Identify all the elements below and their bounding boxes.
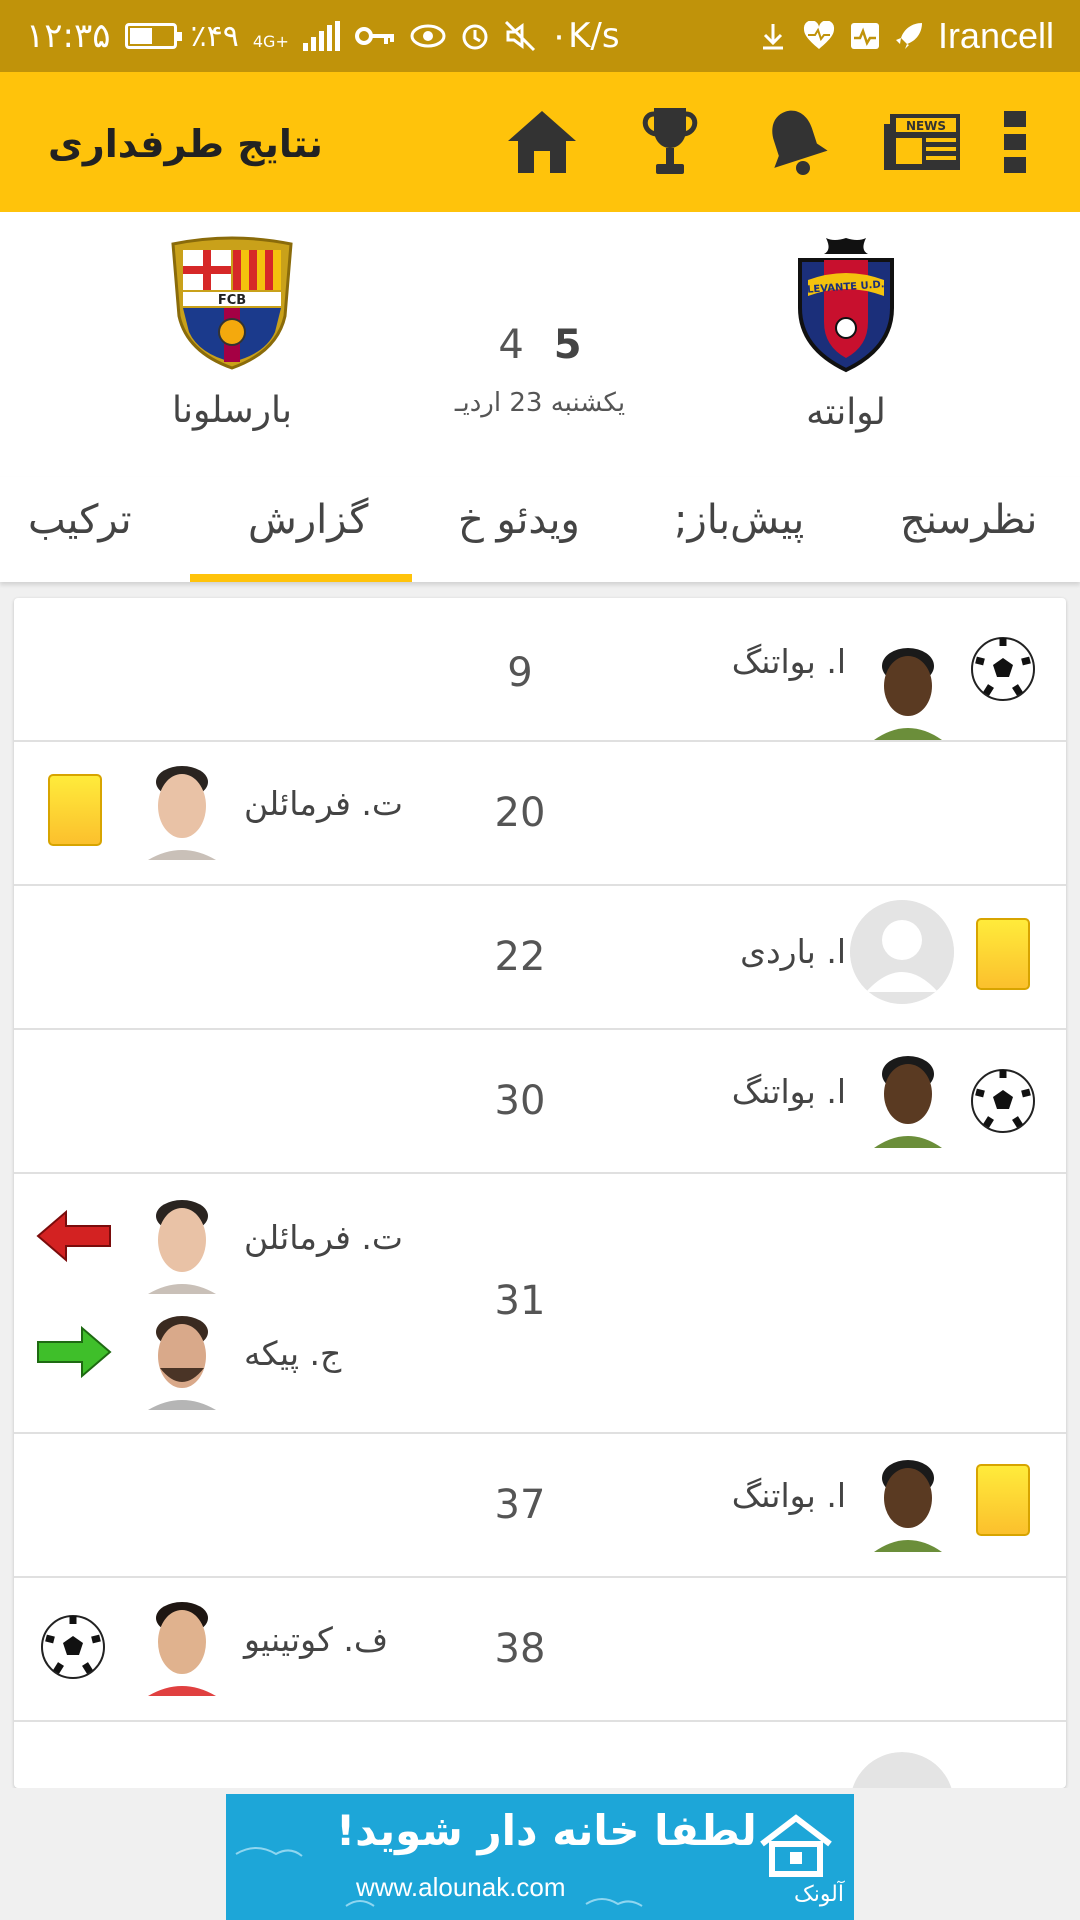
away-team-name: بارسلونا (171, 390, 293, 431)
player-avatar (140, 1592, 224, 1696)
alarm-icon (462, 24, 488, 50)
app-title: نتایج طرفداری (48, 122, 323, 166)
player-in-name: ج. پیکه (244, 1334, 342, 1373)
player-avatar-placeholder (850, 900, 954, 1004)
player-name: ا. بواتنگ (731, 1072, 846, 1111)
goal-ball-icon (971, 1069, 1035, 1133)
ad-area: لطفا خانه دار شوید! www.alounak.com آلون… (0, 1788, 1080, 1920)
player-avatar (866, 1448, 950, 1552)
match-date: یکشنبه 23 اردیـ (454, 388, 626, 418)
player-in-avatar (140, 1306, 224, 1410)
signal-icon (302, 21, 340, 51)
goal-ball-icon (41, 1615, 105, 1679)
status-bar: ۱۲:۳۵ ٪۴۹ 4G+ ۰K/s Irancell (0, 0, 1080, 72)
player-avatar-placeholder (850, 1752, 954, 1788)
player-name: ا. باردی (740, 932, 846, 971)
event-minute: 22 (494, 934, 546, 980)
score: 4 5 (470, 322, 610, 368)
ad-url: www.alounak.com (356, 1872, 566, 1902)
substitution-in-arrow-icon (37, 1325, 112, 1379)
carrier-name: Irancell (937, 15, 1054, 56)
player-name: ا. بواتنگ (731, 642, 846, 681)
bell-icon[interactable] (756, 102, 836, 182)
tab-report[interactable]: گزارش (248, 497, 368, 543)
active-tab-indicator (190, 574, 412, 582)
app-bar: نتایج طرفداری NEWS (0, 72, 1080, 212)
network-type: 4G+ (252, 32, 289, 51)
levante-logo: LEVANTE U.D. (798, 238, 894, 373)
yellow-card-icon (48, 774, 102, 846)
event-minute: 37 (494, 1482, 546, 1528)
tab-lineup[interactable]: ترکیب (28, 497, 132, 543)
status-time: ۱۲:۳۵ (26, 16, 111, 56)
yellow-card-icon (976, 918, 1030, 990)
event-minute: 30 (494, 1078, 546, 1124)
health-icon (803, 21, 834, 49)
vpn-key-icon (354, 27, 394, 45)
event-row[interactable]: ا. بواتنگ 9 (14, 598, 1066, 742)
event-minute: 9 (507, 650, 533, 696)
player-avatar (866, 1044, 950, 1148)
event-minute: 20 (494, 790, 546, 836)
event-row[interactable]: ا. باردی 22 (14, 886, 1066, 1030)
home-team[interactable]: LEVANTE U.D. لوانته (736, 236, 956, 433)
battery-icon (124, 23, 182, 49)
event-row[interactable]: ا. بواتنگ 37 (14, 1434, 1066, 1578)
news-icon-label: NEWS (906, 119, 946, 133)
rocket-icon (895, 23, 922, 49)
ad-banner[interactable]: لطفا خانه دار شوید! www.alounak.com آلون… (226, 1794, 854, 1920)
event-row[interactable]: ا. بواتنگ 30 (14, 1030, 1066, 1174)
player-out-name: ت. فرمائلن (244, 1218, 403, 1257)
away-team[interactable]: FCB بارسلونا (122, 236, 342, 431)
player-avatar (866, 636, 950, 740)
ad-headline: لطفا خانه دار شوید! (336, 1806, 757, 1855)
player-name: ت. فرمائلن (244, 784, 403, 823)
event-row[interactable]: 38 ف. کوتینیو (14, 1578, 1066, 1722)
yellow-card-icon (976, 1464, 1030, 1536)
barcelona-logo: FCB (171, 236, 293, 370)
home-icon[interactable] (502, 102, 582, 182)
away-score: 4 (498, 322, 524, 368)
home-score: 5 (553, 322, 582, 368)
event-row[interactable]: 20 ت. فرمائلن (14, 742, 1066, 886)
event-minute: 31 (494, 1278, 546, 1324)
substitution-out-arrow-icon (36, 1209, 111, 1263)
house-logo-icon (760, 1814, 832, 1877)
events-list[interactable]: ا. بواتنگ 9 20 ت. فرمائلن ا. باردی 22 ا.… (14, 598, 1066, 1788)
player-out-avatar (140, 1190, 224, 1294)
eye-icon (410, 24, 446, 48)
tab-bar: ترکیب گزارش ویدئو خ پیش‌باز; نظرسنج (0, 477, 1080, 582)
event-row[interactable]: 31 ت. فرمائلن ج. پیکه (14, 1174, 1066, 1434)
mute-icon (504, 20, 535, 52)
battery-percent: ٪۴۹ (190, 18, 239, 54)
tab-preview[interactable]: پیش‌باز; (674, 497, 804, 543)
home-team-name: لوانته (806, 392, 886, 433)
download-icon (762, 24, 783, 50)
player-name: ا. بواتنگ (731, 1476, 846, 1515)
tab-videos[interactable]: ویدئو خ (458, 497, 580, 543)
event-row-partial[interactable] (14, 1722, 1066, 1788)
overflow-menu-icon[interactable] (990, 102, 1040, 182)
barcelona-logo-text: FCB (218, 293, 246, 308)
player-name: ف. کوتینیو (244, 1620, 389, 1659)
trophy-icon[interactable] (630, 102, 710, 182)
network-speed: ۰K/s (549, 16, 620, 56)
ad-brand: آلونک (794, 1882, 844, 1907)
news-icon[interactable]: NEWS (882, 102, 962, 182)
event-minute: 38 (494, 1626, 546, 1672)
activity-icon (850, 23, 879, 49)
match-header: FCB بارسلونا 4 5 یکشنبه 23 اردیـ LEVANTE… (0, 212, 1080, 477)
goal-ball-icon (971, 637, 1035, 701)
tab-poll[interactable]: نظرسنج (900, 497, 1037, 543)
player-avatar (140, 756, 224, 860)
